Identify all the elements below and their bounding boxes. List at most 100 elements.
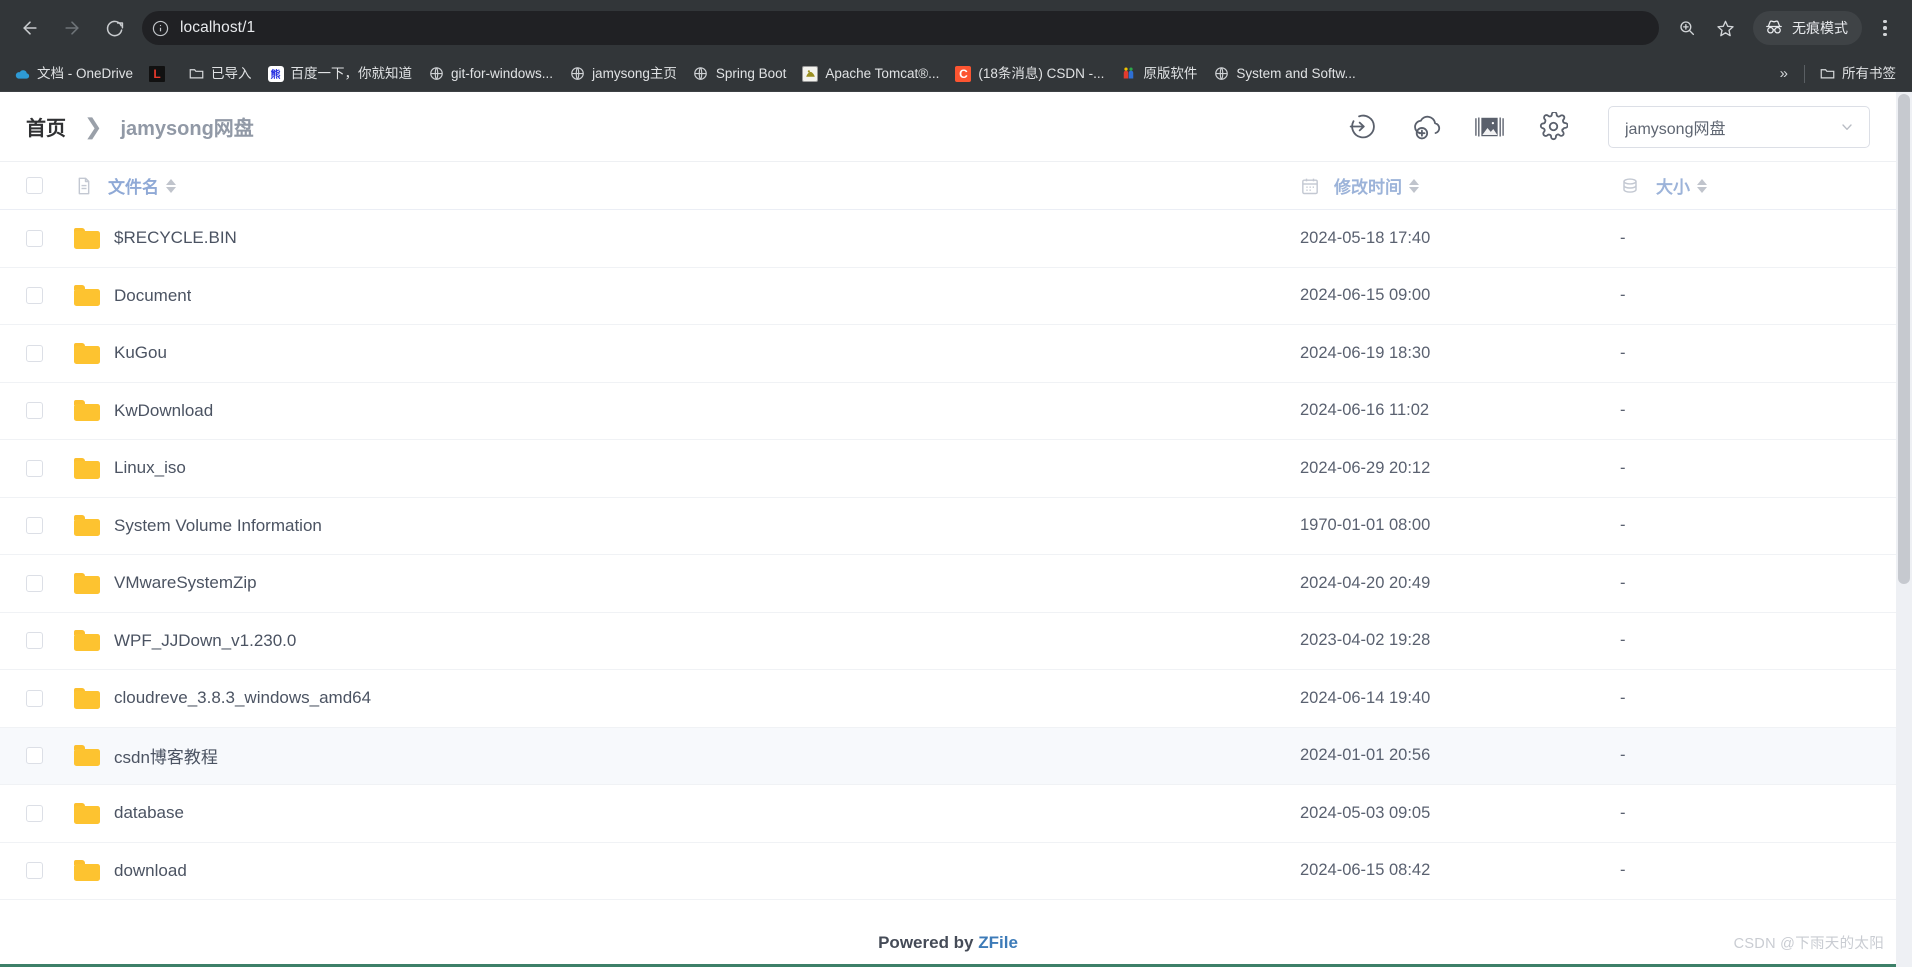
- table-row[interactable]: KuGou 2024-06-19 18:30 -: [0, 325, 1896, 383]
- row-checkbox[interactable]: [26, 517, 43, 535]
- page-scrollbar[interactable]: [1896, 92, 1912, 967]
- table-row[interactable]: cloudreve_3.8.3_windows_amd64 2024-06-14…: [0, 670, 1896, 728]
- row-checkbox[interactable]: [26, 862, 43, 880]
- row-name-cell[interactable]: $RECYCLE.BIN: [74, 227, 1300, 249]
- column-header-size[interactable]: 大小: [1620, 173, 1870, 198]
- row-name-cell[interactable]: csdn博客教程: [74, 743, 1300, 768]
- globe-icon: [1213, 66, 1229, 82]
- bookmark-label: 百度一下，你就知道: [290, 65, 413, 81]
- info-circle-icon[interactable]: [146, 14, 174, 42]
- folder-icon: [74, 860, 100, 882]
- row-checkbox[interactable]: [26, 402, 43, 420]
- bookmark-csdn[interactable]: C (18条消息) CSDN -...: [947, 62, 1112, 86]
- row-checkbox[interactable]: [26, 804, 43, 822]
- table-row[interactable]: $RECYCLE.BIN 2024-05-18 17:40 -: [0, 210, 1896, 268]
- all-bookmarks-button[interactable]: 所有书签: [1811, 62, 1904, 86]
- bookmark-spring-boot[interactable]: Spring Boot: [685, 62, 795, 86]
- row-checkbox[interactable]: [26, 747, 43, 765]
- row-checkbox[interactable]: [26, 287, 43, 305]
- row-name-cell[interactable]: download: [74, 860, 1300, 882]
- login-icon[interactable]: [1344, 110, 1378, 144]
- bookmark-lenovo[interactable]: L: [141, 62, 180, 86]
- address-bar[interactable]: localhost/1: [142, 11, 1659, 45]
- settings-gear-icon[interactable]: [1536, 110, 1570, 144]
- sort-arrows-icon[interactable]: [1409, 178, 1419, 193]
- reload-button[interactable]: [94, 8, 134, 48]
- table-row[interactable]: VMwareSystemZip 2024-04-20 20:49 -: [0, 555, 1896, 613]
- breadcrumb-current[interactable]: jamysong网盘: [120, 112, 253, 141]
- row-name-cell[interactable]: KwDownload: [74, 400, 1300, 422]
- table-row[interactable]: database 2024-05-03 09:05 -: [0, 785, 1896, 843]
- incognito-icon: [1764, 19, 1784, 38]
- star-icon[interactable]: [1707, 10, 1743, 46]
- bookmarks-overflow-button[interactable]: »: [1770, 61, 1798, 86]
- row-name-cell[interactable]: KuGou: [74, 342, 1300, 364]
- row-name-cell[interactable]: Document: [74, 285, 1300, 307]
- scrollbar-thumb[interactable]: [1898, 94, 1910, 584]
- three-dots-icon[interactable]: [1868, 10, 1902, 46]
- row-name-cell[interactable]: cloudreve_3.8.3_windows_amd64: [74, 687, 1300, 709]
- folder-icon: [74, 285, 100, 307]
- bookmarks-divider: [1804, 64, 1805, 83]
- table-row[interactable]: WPF_JJDown_v1.230.0 2023-04-02 19:28 -: [0, 613, 1896, 670]
- all-bookmarks-label: 所有书签: [1842, 65, 1896, 81]
- storage-select[interactable]: jamysong网盘: [1608, 105, 1870, 148]
- column-name-sort[interactable]: 文件名: [108, 173, 176, 198]
- table-row[interactable]: download 2024-06-15 08:42 -: [0, 843, 1896, 900]
- table-row[interactable]: System Volume Information 1970-01-01 08:…: [0, 498, 1896, 555]
- row-checkbox[interactable]: [26, 459, 43, 477]
- bookmark-baidu[interactable]: 熊 百度一下，你就知道: [260, 62, 421, 86]
- csdn-watermark: CSDN @下雨天的太阳: [1733, 936, 1884, 952]
- modified-time: 2024-05-03 09:05: [1300, 803, 1431, 822]
- gallery-image-icon[interactable]: [1472, 110, 1506, 144]
- row-checkbox[interactable]: [26, 574, 43, 592]
- sort-arrows-icon[interactable]: [1697, 178, 1707, 193]
- row-size-cell: -: [1620, 631, 1870, 650]
- column-size-sort[interactable]: 大小: [1656, 173, 1707, 198]
- breadcrumb: 首页 ❯ jamysong网盘: [26, 112, 254, 141]
- row-name-cell[interactable]: Linux_iso: [74, 457, 1300, 479]
- column-time-sort[interactable]: 修改时间: [1334, 173, 1419, 198]
- column-header-name[interactable]: 文件名: [74, 173, 1300, 198]
- row-checkbox[interactable]: [26, 344, 43, 362]
- column-header-time[interactable]: 修改时间: [1300, 173, 1620, 198]
- table-row[interactable]: Document 2024-06-15 09:00 -: [0, 268, 1896, 325]
- folder-icon: [74, 457, 100, 479]
- breadcrumb-home[interactable]: 首页: [26, 112, 66, 141]
- row-name-cell[interactable]: WPF_JJDown_v1.230.0: [74, 630, 1300, 652]
- row-select-cell: [26, 747, 74, 765]
- incognito-indicator[interactable]: 无痕模式: [1753, 11, 1862, 45]
- row-name-cell[interactable]: database: [74, 802, 1300, 824]
- bookmark-imported-folder[interactable]: 已导入: [180, 62, 260, 86]
- sort-arrows-icon[interactable]: [166, 178, 176, 193]
- bookmark-original-software[interactable]: 原版软件: [1112, 62, 1205, 86]
- table-row[interactable]: csdn博客教程 2024-01-01 20:56 -: [0, 727, 1896, 785]
- folder-icon: [74, 227, 100, 249]
- row-checkbox[interactable]: [26, 229, 43, 247]
- bookmark-jamysong-home[interactable]: jamysong主页: [561, 62, 685, 86]
- bookmark-git-for-windows[interactable]: git-for-windows...: [420, 62, 561, 86]
- bookmark-onedrive[interactable]: 文档 - OneDrive: [6, 62, 141, 86]
- bookmark-label: jamysong主页: [592, 65, 677, 81]
- bookmark-apache-tomcat[interactable]: Apache Tomcat®...: [794, 62, 947, 86]
- folder-icon: [1819, 66, 1835, 82]
- row-size-cell: -: [1620, 574, 1870, 593]
- cloud-upload-icon[interactable]: [1408, 110, 1442, 144]
- back-button[interactable]: [10, 8, 50, 48]
- row-checkbox[interactable]: [26, 689, 43, 707]
- zfile-link[interactable]: ZFile: [978, 933, 1018, 952]
- table-row[interactable]: Linux_iso 2024-06-29 20:12 -: [0, 440, 1896, 498]
- zoom-in-icon[interactable]: [1669, 10, 1705, 46]
- row-name-cell[interactable]: VMwareSystemZip: [74, 572, 1300, 594]
- row-time-cell: 2024-06-14 19:40: [1300, 689, 1620, 708]
- file-size: -: [1620, 746, 1626, 765]
- bookmark-label: Spring Boot: [715, 65, 787, 81]
- bookmark-system-and-software[interactable]: System and Softw...: [1205, 62, 1363, 86]
- globe-icon: [569, 66, 585, 82]
- select-all-checkbox[interactable]: [26, 177, 43, 194]
- globe-icon: [693, 66, 709, 82]
- table-row[interactable]: KwDownload 2024-06-16 11:02 -: [0, 383, 1896, 440]
- row-name-cell[interactable]: System Volume Information: [74, 515, 1300, 537]
- row-checkbox[interactable]: [26, 632, 43, 650]
- forward-button[interactable]: [52, 8, 92, 48]
